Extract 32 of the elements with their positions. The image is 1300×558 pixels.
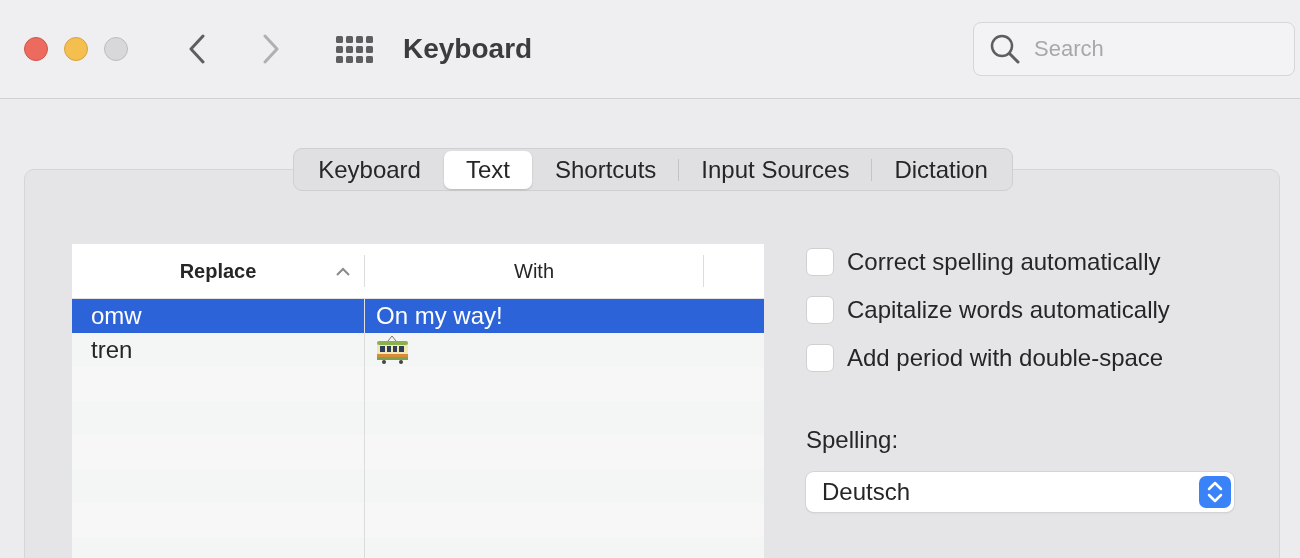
forward-icon[interactable] <box>262 34 280 64</box>
table-cell-text: tren <box>91 335 133 365</box>
table-row[interactable]: omw On my way! <box>72 299 764 333</box>
window-title: Keyboard <box>403 32 533 66</box>
tram-icon <box>376 335 409 365</box>
minimize-button[interactable] <box>64 37 88 61</box>
back-icon[interactable] <box>188 34 206 64</box>
table-cell-text: On my way! <box>376 301 503 331</box>
table-cell-text: omw <box>91 301 142 331</box>
grid-icon[interactable] <box>336 35 373 63</box>
column-header[interactable]: Replace <box>72 255 365 287</box>
checkbox[interactable] <box>806 344 834 372</box>
tab[interactable]: Shortcuts <box>532 150 679 189</box>
tab[interactable]: Input Sources <box>679 150 872 189</box>
sort-caret-icon <box>336 267 350 276</box>
spelling-label: Spelling: <box>806 425 900 455</box>
column-header[interactable]: With <box>365 255 704 287</box>
tab[interactable]: Keyboard <box>296 150 443 189</box>
tab[interactable]: Text <box>443 150 532 189</box>
checkbox-label: Correct spelling automatically <box>847 247 1161 277</box>
close-button[interactable] <box>24 37 48 61</box>
checkbox[interactable] <box>806 296 834 324</box>
checkbox-label: Capitalize words automatically <box>847 295 1170 325</box>
stepper-icon <box>1199 476 1231 508</box>
table-row[interactable]: tren <box>72 333 764 367</box>
checkbox-label: Add period with double-space <box>847 343 1164 373</box>
tab[interactable]: Dictation <box>872 150 1010 189</box>
search-icon <box>989 33 1021 65</box>
zoom-button[interactable] <box>104 37 128 61</box>
spelling-dropdown[interactable]: Deutsch <box>806 472 1234 512</box>
checkbox[interactable] <box>806 248 834 276</box>
search-field[interactable]: Search <box>973 22 1295 76</box>
